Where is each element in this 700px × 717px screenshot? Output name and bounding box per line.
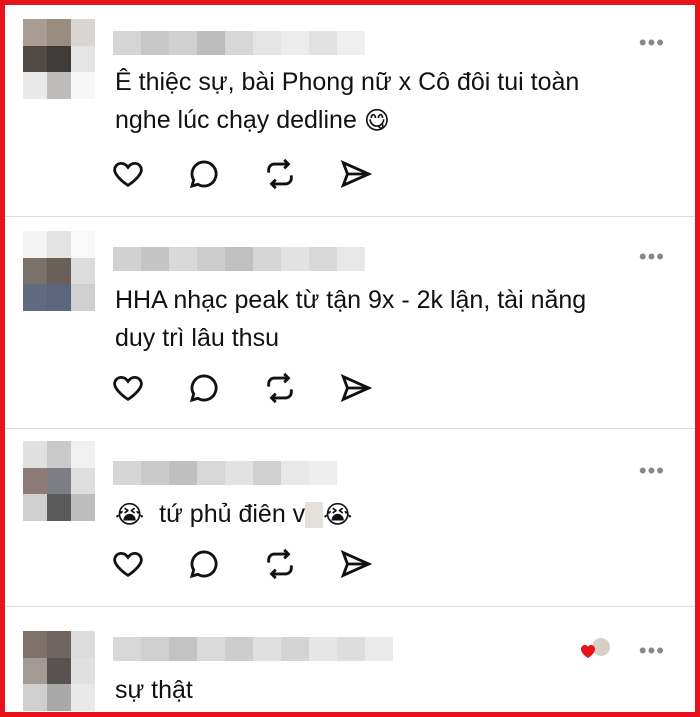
comment-line-2-text: nghe lúc chạy dedline — [115, 106, 357, 134]
action-bar — [111, 547, 373, 581]
crying-emoji-icon: 😭 — [115, 501, 145, 530]
share-icon[interactable] — [339, 157, 373, 191]
comment-line-1: tứ phủ điên v — [159, 500, 306, 528]
screenshot-frame: ••• Ê thiệc sự, bài Phong nữ x Cô đôi tu… — [0, 0, 700, 717]
avatar[interactable] — [23, 231, 95, 311]
username-blurred[interactable] — [113, 247, 365, 271]
more-options-icon[interactable]: ••• — [639, 640, 665, 662]
yum-emoji-icon: 😋 — [363, 107, 390, 136]
heart-icon[interactable] — [111, 157, 145, 191]
censor-block — [305, 502, 324, 529]
more-options-icon[interactable]: ••• — [639, 32, 665, 54]
comment-line-1: HHA nhạc peak từ tận 9x - 2k lận, tài nă… — [115, 286, 587, 314]
comment-item: ••• sự thật — [5, 607, 695, 712]
heart-icon — [581, 636, 612, 658]
comment-icon[interactable] — [187, 371, 221, 405]
comment-item: ••• Ê thiệc sự, bài Phong nữ x Cô đôi tu… — [5, 5, 695, 217]
comment-line-2: nghe lúc chạy dedline 😋 — [115, 101, 579, 140]
comment-item: ••• HHA nhạc peak từ tận 9x - 2k lận, tà… — [5, 217, 695, 429]
more-options-icon[interactable]: ••• — [639, 246, 665, 268]
heart-icon[interactable] — [111, 371, 145, 405]
avatar[interactable] — [23, 19, 95, 99]
username-blurred[interactable] — [113, 31, 365, 55]
share-icon[interactable] — [339, 371, 373, 405]
avatar[interactable] — [23, 631, 95, 711]
avatar[interactable] — [23, 441, 95, 521]
username-blurred[interactable] — [113, 461, 337, 485]
comment-line-1: sự thật — [115, 676, 193, 704]
comment-icon[interactable] — [187, 157, 221, 191]
more-options-icon[interactable]: ••• — [639, 460, 665, 482]
action-bar — [111, 371, 373, 405]
comment-text: HHA nhạc peak từ tận 9x - 2k lận, tài nă… — [115, 281, 586, 357]
share-icon[interactable] — [339, 547, 373, 581]
repost-icon[interactable] — [263, 157, 297, 191]
action-bar — [111, 157, 373, 191]
heart-icon[interactable] — [111, 547, 145, 581]
comment-line-2: duy trì lâu thsu — [115, 324, 279, 352]
comment-text: sự thật — [115, 671, 193, 709]
comment-icon[interactable] — [187, 547, 221, 581]
username-blurred[interactable] — [113, 637, 393, 661]
author-reaction — [579, 635, 613, 668]
comment-text: 😭 tứ phủ điên v 😭 — [115, 495, 352, 534]
crying-emoji-icon: 😭 — [323, 501, 353, 530]
comment-line-1: Ê thiệc sự, bài Phong nữ x Cô đôi tui to… — [115, 68, 580, 96]
repost-icon[interactable] — [263, 547, 297, 581]
comment-text: Ê thiệc sự, bài Phong nữ x Cô đôi tui to… — [115, 63, 579, 140]
comment-item: ••• 😭 tứ phủ điên v 😭 — [5, 429, 695, 607]
repost-icon[interactable] — [263, 371, 297, 405]
